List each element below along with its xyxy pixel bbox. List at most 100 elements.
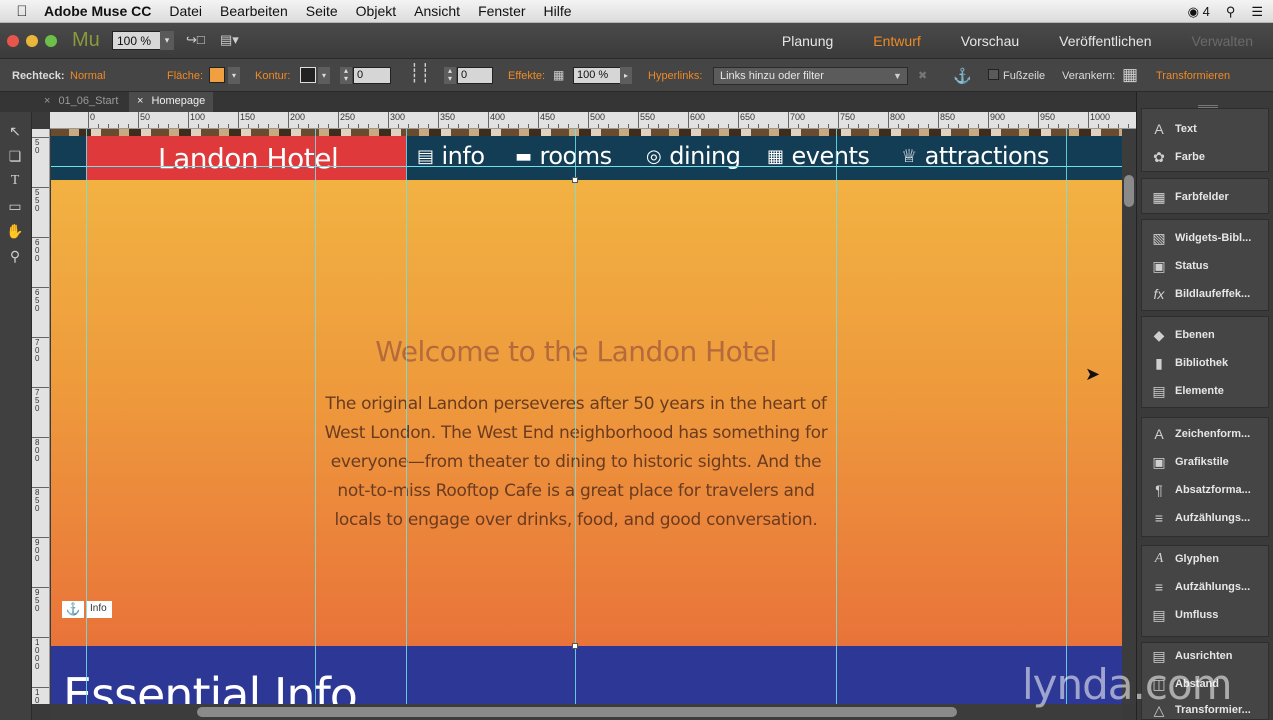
tab-01-06-start[interactable]: × 01_06_Start <box>36 92 126 112</box>
tools-panel: ↖ ❏ T ▭ ✋ ⚲ <box>0 112 32 720</box>
menu-fenster[interactable]: Fenster <box>478 3 525 19</box>
panel-widgets[interactable]: ▧ Widgets-Bibl... <box>1150 228 1251 248</box>
panel-farbfelder[interactable]: ▦ Farbfelder <box>1150 187 1229 207</box>
ruler-label: 100 <box>190 112 206 122</box>
menu-bearbeiten[interactable]: Bearbeiten <box>220 3 288 19</box>
opacity-arrow-icon[interactable]: ▸ <box>620 67 632 84</box>
panel-grip[interactable] <box>1198 105 1218 108</box>
rectangle-tool-icon[interactable]: ▭ <box>4 195 26 217</box>
essential-info-section[interactable]: Essential Info <box>51 646 1122 704</box>
panel-label: Farbfelder <box>1175 191 1229 203</box>
stroke-width-input[interactable]: 0 <box>353 67 391 84</box>
search-icon[interactable]: ⚲ <box>1226 4 1236 20</box>
crop-tool-icon[interactable]: ❏ <box>4 145 26 167</box>
effects-label[interactable]: Effekte: <box>508 70 545 82</box>
hero-body[interactable]: The original Landon perseveres after 50 … <box>316 390 836 535</box>
hero-section[interactable]: Welcome to the Landon Hotel The original… <box>51 180 1122 646</box>
zoom-tool-icon[interactable]: ⚲ <box>4 245 26 267</box>
layout-view-icon[interactable]: ▤▾ <box>220 32 239 48</box>
hyperlinks-dropdown[interactable]: Links hinzu oder filter <box>713 67 908 85</box>
panel-glyphen[interactable]: A Glyphen <box>1150 549 1219 569</box>
transform-link[interactable]: Transformieren <box>1156 70 1230 82</box>
stroke-dropdown-icon[interactable]: ▾ <box>318 67 330 84</box>
selection-tool-icon[interactable]: ↖ <box>4 120 26 142</box>
panel-zeichenformate[interactable]: A Zeichenform... <box>1150 424 1250 444</box>
panel-farbe[interactable]: ✿ Farbe <box>1150 147 1205 167</box>
panel-umfluss[interactable]: ▤ Umfluss <box>1150 605 1218 625</box>
text-tool-icon[interactable]: T <box>4 170 26 192</box>
hero-title[interactable]: Welcome to the Landon Hotel <box>51 335 1101 368</box>
stroke-stepper[interactable]: ▴ ▾ <box>340 67 352 84</box>
list-icon[interactable]: ☰ <box>1251 4 1263 20</box>
zoom-dropdown-icon[interactable]: ▾ <box>160 31 174 50</box>
stroke-label[interactable]: Kontur: <box>255 70 290 82</box>
stroke-color-swatch[interactable] <box>300 67 316 83</box>
clear-link-icon[interactable]: ✖ <box>918 69 927 82</box>
vertical-scrollbar[interactable] <box>1122 129 1136 704</box>
zoom-window-button[interactable] <box>45 35 57 47</box>
mode-verwalten[interactable]: Verwalten <box>1172 33 1273 49</box>
ruler-label: 700 <box>35 338 40 363</box>
panel-ebenen[interactable]: ◆ Ebenen <box>1150 325 1215 345</box>
menu-objekt[interactable]: Objekt <box>356 3 396 19</box>
panel-grafikstile[interactable]: ▣ Grafikstile <box>1150 452 1228 472</box>
panel-group: ◆ Ebenen ▮ Bibliothek ▤ Elemente <box>1141 316 1269 408</box>
panel-label: Bildlaufeffek... <box>1175 288 1251 300</box>
panel-bibliothek[interactable]: ▮ Bibliothek <box>1150 353 1228 373</box>
menu-hilfe[interactable]: Hilfe <box>544 3 572 19</box>
selection-handle[interactable] <box>572 643 578 649</box>
fill-label[interactable]: Fläche: <box>167 70 203 82</box>
scroll-thumb[interactable] <box>197 707 957 717</box>
menu-ansicht[interactable]: Ansicht <box>414 3 460 19</box>
menu-datei[interactable]: Datei <box>169 3 202 19</box>
selection-handle[interactable] <box>572 177 578 183</box>
horizontal-ruler[interactable]: 0 50 100 150 200 250 300 350 400 450 500 550 600 650 7… <box>50 112 1136 129</box>
mode-veroeffentlichen[interactable]: Veröffentlichen <box>1039 33 1171 49</box>
scroll-thumb[interactable] <box>1124 175 1134 207</box>
hyperlinks-label[interactable]: Hyperlinks: <box>648 70 702 82</box>
object-style-link[interactable]: Normal <box>70 70 105 82</box>
tab-homepage[interactable]: × Homepage <box>129 92 214 112</box>
ruler-tick <box>788 112 789 128</box>
panel-text[interactable]: A Text <box>1150 119 1196 139</box>
corner-stepper[interactable]: ▴ ▾ <box>444 67 456 84</box>
mode-vorschau[interactable]: Vorschau <box>941 33 1039 49</box>
panel-absatzformate[interactable]: ¶ Absatzforma... <box>1150 480 1251 500</box>
preview-page-icon[interactable]: ↪□ <box>186 32 205 48</box>
dropdown-arrow-icon[interactable]: ▼ <box>893 71 902 81</box>
minimize-window-button[interactable] <box>26 35 38 47</box>
corner-radius-input[interactable]: 0 <box>457 67 493 84</box>
panel-aufzaehlungen-2[interactable]: ≡ Aufzählungs... <box>1150 577 1250 597</box>
ruler-label: 950 <box>1040 112 1056 122</box>
close-tab-icon[interactable]: × <box>137 95 143 107</box>
site-logo[interactable]: Landon Hotel <box>158 142 339 175</box>
panel-group: ▦ Farbfelder <box>1141 178 1269 214</box>
design-canvas[interactable]: Landon Hotel ▤ info ▬ rooms ◎ dining ▦ event… <box>51 129 1122 704</box>
panel-aufzaehlungen[interactable]: ≡ Aufzählungs... <box>1150 508 1250 528</box>
essential-info-title[interactable]: Essential Info <box>63 668 358 704</box>
close-tab-icon[interactable]: × <box>44 95 50 107</box>
panel-bildlauf[interactable]: fx Bildlaufeffek... <box>1150 284 1251 304</box>
fill-color-swatch[interactable] <box>209 67 225 83</box>
mode-planung[interactable]: Planung <box>762 33 853 49</box>
footer-checkbox[interactable] <box>988 69 999 80</box>
creative-cloud-icon[interactable]: ◉ 4 <box>1188 4 1210 20</box>
anchor-icon[interactable]: ⚓ <box>953 67 972 85</box>
corner-icon[interactable]: ┊┊ <box>409 63 431 84</box>
panel-status[interactable]: ▣ Status <box>1150 256 1208 276</box>
anchor-grid-icon[interactable]: ▦ <box>1122 65 1138 85</box>
apple-icon[interactable]:  <box>0 3 44 20</box>
hand-tool-icon[interactable]: ✋ <box>4 220 26 242</box>
mode-entwurf[interactable]: Entwurf <box>853 33 940 49</box>
menu-seite[interactable]: Seite <box>306 3 338 19</box>
header-photo-strip <box>51 129 1122 136</box>
panel-group: A Text ✿ Farbe <box>1141 105 1269 172</box>
close-window-button[interactable] <box>7 35 19 47</box>
vertical-ruler[interactable]: 50 550 600 650 700 750 800 850 900 950 1000 1050 <box>32 129 50 704</box>
horizontal-scrollbar[interactable] <box>51 704 1122 720</box>
opacity-input[interactable]: 100 % <box>573 67 621 84</box>
ruler-label: 450 <box>540 112 556 122</box>
app-name[interactable]: Adobe Muse CC <box>44 3 151 19</box>
fill-dropdown-icon[interactable]: ▾ <box>228 67 240 84</box>
panel-elemente[interactable]: ▤ Elemente <box>1150 381 1224 401</box>
